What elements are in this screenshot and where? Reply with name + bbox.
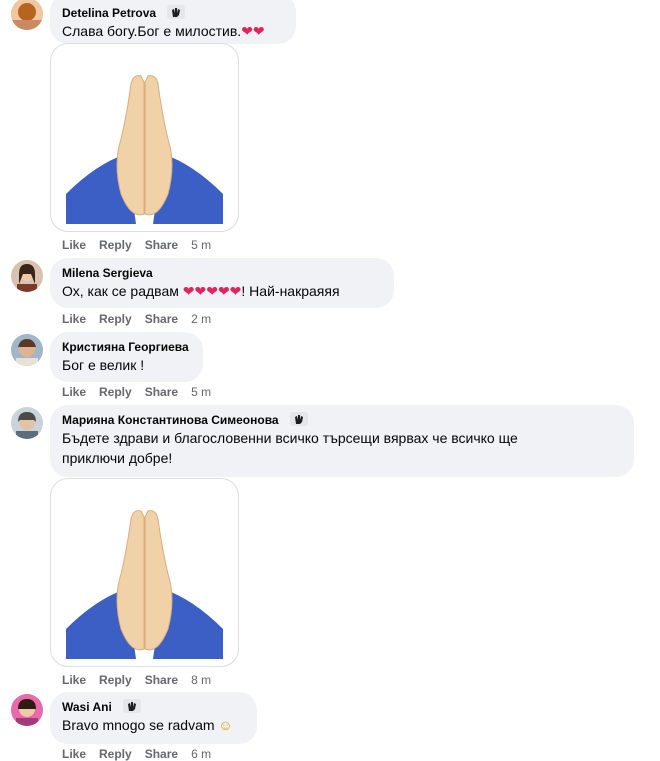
timestamp[interactable]: 8 m bbox=[191, 673, 211, 687]
smiling-face-emoji: ☺ bbox=[218, 717, 233, 733]
avatar[interactable] bbox=[11, 694, 43, 726]
share-button[interactable]: Share bbox=[145, 385, 178, 399]
comment-actions: Like Reply Share 8 m bbox=[62, 673, 224, 687]
sticker-image[interactable] bbox=[50, 478, 239, 667]
timestamp[interactable]: 2 m bbox=[191, 312, 211, 326]
author-name[interactable]: Wasi Ani bbox=[62, 700, 112, 714]
heart-emoji: ❤❤ bbox=[241, 23, 265, 39]
reply-button[interactable]: Reply bbox=[99, 312, 132, 326]
like-button[interactable]: Like bbox=[62, 238, 86, 252]
wave-hand-icon bbox=[167, 5, 186, 19]
comment-actions: Like Reply Share 6 m bbox=[62, 747, 224, 761]
folded-hands-icon bbox=[66, 75, 223, 224]
wave-hand-icon bbox=[289, 412, 308, 426]
timestamp[interactable]: 5 m bbox=[191, 238, 211, 252]
reply-button[interactable]: Reply bbox=[99, 673, 132, 687]
avatar[interactable] bbox=[11, 407, 43, 439]
share-button[interactable]: Share bbox=[145, 673, 178, 687]
reply-button[interactable]: Reply bbox=[99, 238, 132, 252]
comment-bubble: Марияна Константинова Симеонова Бъдете з… bbox=[50, 405, 634, 477]
heart-emoji: ❤❤❤❤❤ bbox=[182, 283, 242, 299]
reply-button[interactable]: Reply bbox=[99, 747, 132, 761]
comment-actions: Like Reply Share 2 m bbox=[62, 312, 224, 326]
share-button[interactable]: Share bbox=[145, 747, 178, 761]
comment-actions: Like Reply Share 5 m bbox=[62, 385, 224, 399]
comment-bubble: Кристияна Георгиева Бог е велик ! bbox=[50, 332, 203, 382]
like-button[interactable]: Like bbox=[62, 312, 86, 326]
sticker-image[interactable] bbox=[50, 43, 239, 232]
comment-text-line1: Бъдете здрави и благословенни всичко тър… bbox=[62, 430, 518, 446]
like-button[interactable]: Like bbox=[62, 673, 86, 687]
comment-text: Слава богу.Бог е милостив. bbox=[62, 23, 242, 39]
wave-hand-icon bbox=[123, 699, 142, 713]
comment-bubble: Detelina Petrova Слава богу.Бог е милост… bbox=[50, 0, 296, 44]
share-button[interactable]: Share bbox=[145, 312, 178, 326]
avatar[interactable] bbox=[11, 0, 43, 30]
reply-button[interactable]: Reply bbox=[99, 385, 132, 399]
author-name[interactable]: Марияна Константинова Симеонова bbox=[62, 413, 279, 427]
comment-actions: Like Reply Share 5 m bbox=[62, 238, 224, 252]
comment-bubble: Milena Sergieva Ох, как се радвам ❤❤❤❤❤!… bbox=[50, 258, 394, 308]
comment-text: Бог е велик ! bbox=[62, 357, 145, 373]
share-button[interactable]: Share bbox=[145, 238, 178, 252]
author-name[interactable]: Detelina Petrova bbox=[62, 6, 156, 20]
comment-text: Ох, как се радвам bbox=[62, 283, 183, 299]
avatar[interactable] bbox=[11, 334, 43, 366]
author-name[interactable]: Milena Sergieva bbox=[62, 265, 382, 281]
comment-text-end: ! Най-накраяяя bbox=[241, 283, 340, 299]
like-button[interactable]: Like bbox=[62, 747, 86, 761]
timestamp[interactable]: 6 m bbox=[191, 747, 211, 761]
timestamp[interactable]: 5 m bbox=[191, 385, 211, 399]
comment-text-line2: приключи добре! bbox=[62, 450, 173, 466]
comment-bubble: Wasi Ani Bravo mnogo se radvam ☺ bbox=[50, 692, 257, 744]
folded-hands-icon bbox=[66, 510, 223, 659]
like-button[interactable]: Like bbox=[62, 385, 86, 399]
avatar[interactable] bbox=[11, 260, 43, 292]
comment-text: Bravo mnogo se radvam bbox=[62, 717, 215, 733]
author-name[interactable]: Кристияна Георгиева bbox=[62, 339, 191, 355]
